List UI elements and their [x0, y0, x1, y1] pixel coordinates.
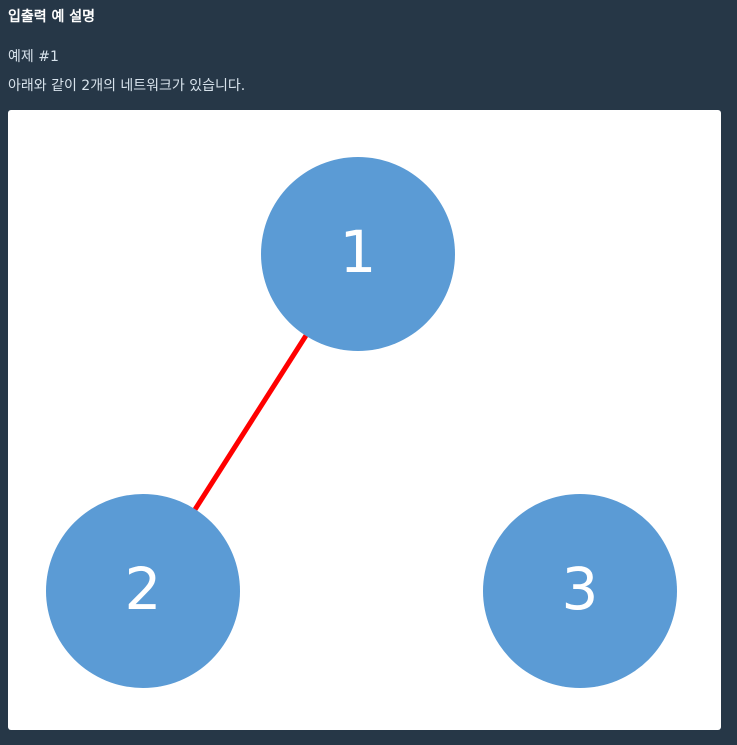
node-label-3: 3	[562, 555, 599, 623]
node-1: 1	[261, 157, 455, 351]
node-label-1: 1	[340, 218, 377, 286]
example-description: 아래와 같이 2개의 네트워크가 있습니다.	[8, 78, 246, 94]
network-diagram: 1 2 3	[8, 110, 721, 730]
node-2: 2	[46, 494, 240, 688]
example-title: 예제 #1	[8, 49, 59, 65]
diagram-canvas: 1 2 3	[46, 157, 677, 688]
node-label-2: 2	[125, 555, 162, 623]
node-3: 3	[483, 494, 677, 688]
section-title: 입출력 예 설명	[8, 9, 96, 25]
